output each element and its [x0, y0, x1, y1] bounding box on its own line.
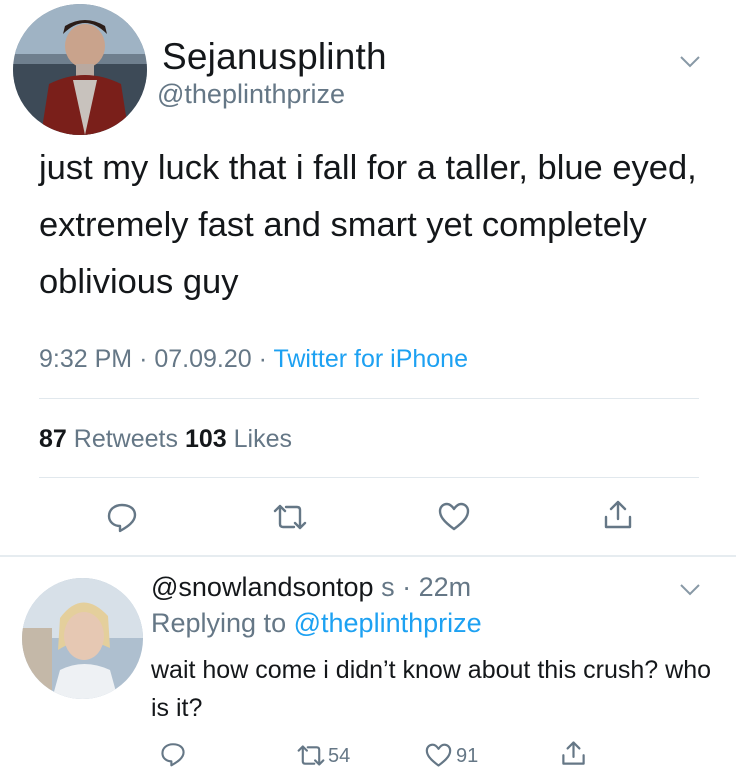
divider	[39, 477, 699, 478]
replying-to: Replying to @theplinthprize	[151, 608, 482, 639]
mention-link[interactable]: @theplinthprize	[294, 608, 482, 638]
engagement-stats: 87 Retweets 103 Likes	[39, 425, 292, 454]
share-icon[interactable]	[560, 740, 587, 767]
chevron-down-icon[interactable]	[679, 583, 701, 597]
reply-header: @snowlandsontop s · 22m	[151, 572, 471, 603]
tweet-time: 9:32 PM	[39, 345, 133, 373]
reply-avatar[interactable]	[22, 578, 143, 699]
tweet-source-link[interactable]: Twitter for iPhone	[273, 345, 468, 373]
reply-icon[interactable]	[160, 741, 186, 767]
display-name[interactable]: Sejanusplinth	[162, 36, 387, 78]
chevron-down-icon[interactable]	[679, 55, 701, 69]
likes-count[interactable]: 103	[185, 425, 227, 453]
meta-separator: ·	[139, 345, 148, 373]
divider	[39, 398, 699, 399]
like-icon[interactable]	[438, 502, 470, 532]
user-handle[interactable]: @theplinthprize	[157, 79, 345, 110]
tweet-separator	[0, 555, 736, 557]
retweet-icon[interactable]	[272, 503, 308, 531]
replying-prefix: Replying to	[151, 608, 287, 638]
tweet-text: just my luck that i fall for a taller, b…	[39, 149, 697, 301]
reply-handle[interactable]: @snowlandsontop	[151, 572, 374, 602]
main-tweet: Sejanusplinth @theplinthprize just my lu…	[0, 0, 736, 555]
share-icon[interactable]	[602, 499, 634, 531]
reply-text: wait how come i didn’t know about this c…	[151, 656, 712, 722]
retweets-label[interactable]: Retweets	[74, 425, 178, 453]
reply-time: s · 22m	[381, 572, 472, 602]
reply-like-count: 91	[456, 745, 479, 767]
tweet-meta: 9:32 PM · 07.09.20 · Twitter for iPhone	[39, 345, 468, 374]
user-avatar[interactable]	[13, 4, 147, 135]
retweet-icon[interactable]	[296, 744, 326, 767]
reply-icon[interactable]	[106, 501, 138, 533]
meta-separator: ·	[258, 345, 267, 373]
tweet-date: 07.09.20	[154, 345, 252, 373]
likes-label[interactable]: Likes	[234, 425, 292, 453]
retweets-count[interactable]: 87	[39, 425, 67, 453]
reply-retweet-count: 54	[328, 745, 351, 767]
like-icon[interactable]	[425, 743, 452, 768]
